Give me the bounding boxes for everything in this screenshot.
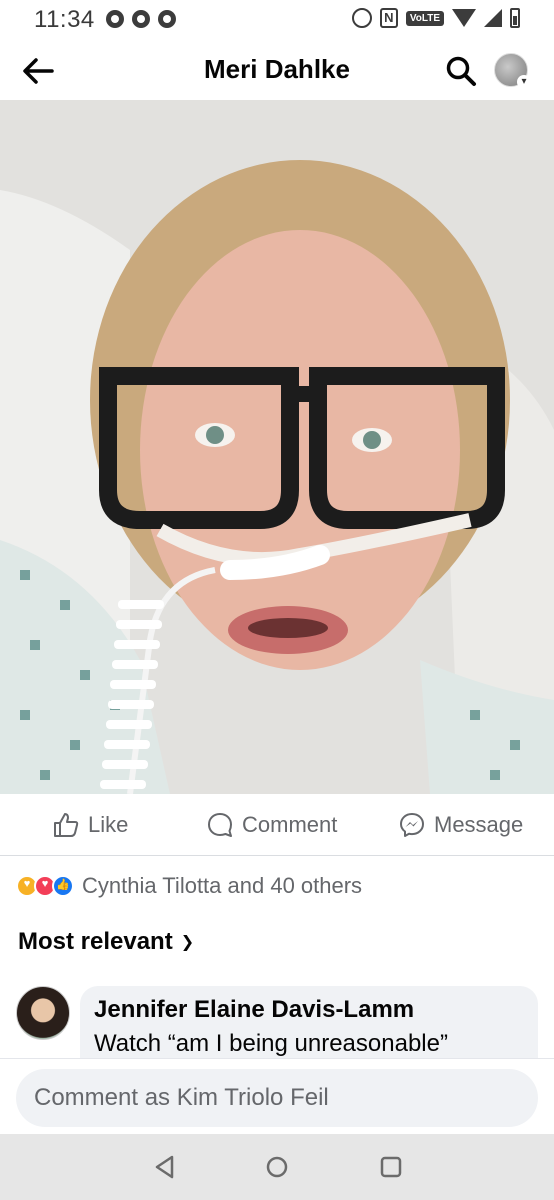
wifi-icon (452, 9, 476, 27)
alarm-icon (351, 8, 372, 28)
post-action-bar: Like Comment Message (0, 794, 554, 856)
nfc-icon: N (379, 8, 398, 28)
back-nav-icon[interactable] (152, 1154, 178, 1180)
chrome-icon (132, 10, 150, 28)
chevron-down-icon: ▾ (517, 75, 531, 89)
notification-icons (106, 10, 176, 28)
signal-icon (484, 9, 502, 27)
comment-author-avatar[interactable] (16, 986, 70, 1040)
profile-avatar-button[interactable]: ▾ (494, 53, 531, 89)
comment-bubble-icon (208, 813, 232, 837)
reactions-summary[interactable]: ♥ ♥ 👍 Cynthia Tilotta and 40 others (16, 868, 362, 904)
comment-composer: Comment as Kim Triolo Feil (0, 1058, 554, 1134)
comment-sort-dropdown[interactable]: Most relevant ❯ (18, 924, 194, 960)
message-label: Message (434, 812, 524, 837)
post-photo[interactable] (0, 100, 554, 794)
sort-label: Most relevant (18, 928, 173, 955)
photo-illustration (0, 100, 554, 794)
search-icon (446, 56, 476, 86)
message-button[interactable]: Message (398, 808, 523, 842)
messenger-icon (400, 813, 424, 837)
like-label: Like (88, 812, 129, 837)
home-nav-icon[interactable] (264, 1154, 290, 1180)
app-header: Meri Dahlke ▾ (0, 40, 554, 100)
chrome-icon (158, 10, 176, 28)
status-bar: 11:34 N VoLTE (0, 0, 554, 40)
comment-text: Watch “am I being unreasonable” (94, 1030, 448, 1057)
like-button[interactable]: Like (52, 808, 128, 842)
comment-button[interactable]: Comment (206, 808, 337, 842)
system-icons: N VoLTE (351, 8, 520, 28)
system-nav-bar (0, 1134, 554, 1200)
reactions-text: Cynthia Tilotta and 40 others (82, 873, 363, 898)
battery-icon (510, 8, 520, 28)
chrome-icon (106, 10, 124, 28)
comment-input[interactable]: Comment as Kim Triolo Feil (16, 1069, 538, 1127)
chevron-down-icon: ❯ (180, 934, 195, 951)
search-button[interactable] (444, 54, 478, 88)
status-time: 11:34 (34, 6, 95, 33)
like-reaction-icon: 👍 (52, 875, 74, 897)
recents-nav-icon[interactable] (378, 1154, 404, 1180)
comment-label: Comment (242, 812, 338, 837)
volte-icon: VoLTE (405, 10, 444, 26)
comment-author[interactable]: Jennifer Elaine Davis-Lamm (94, 996, 524, 1024)
thumbs-up-icon (54, 813, 79, 837)
